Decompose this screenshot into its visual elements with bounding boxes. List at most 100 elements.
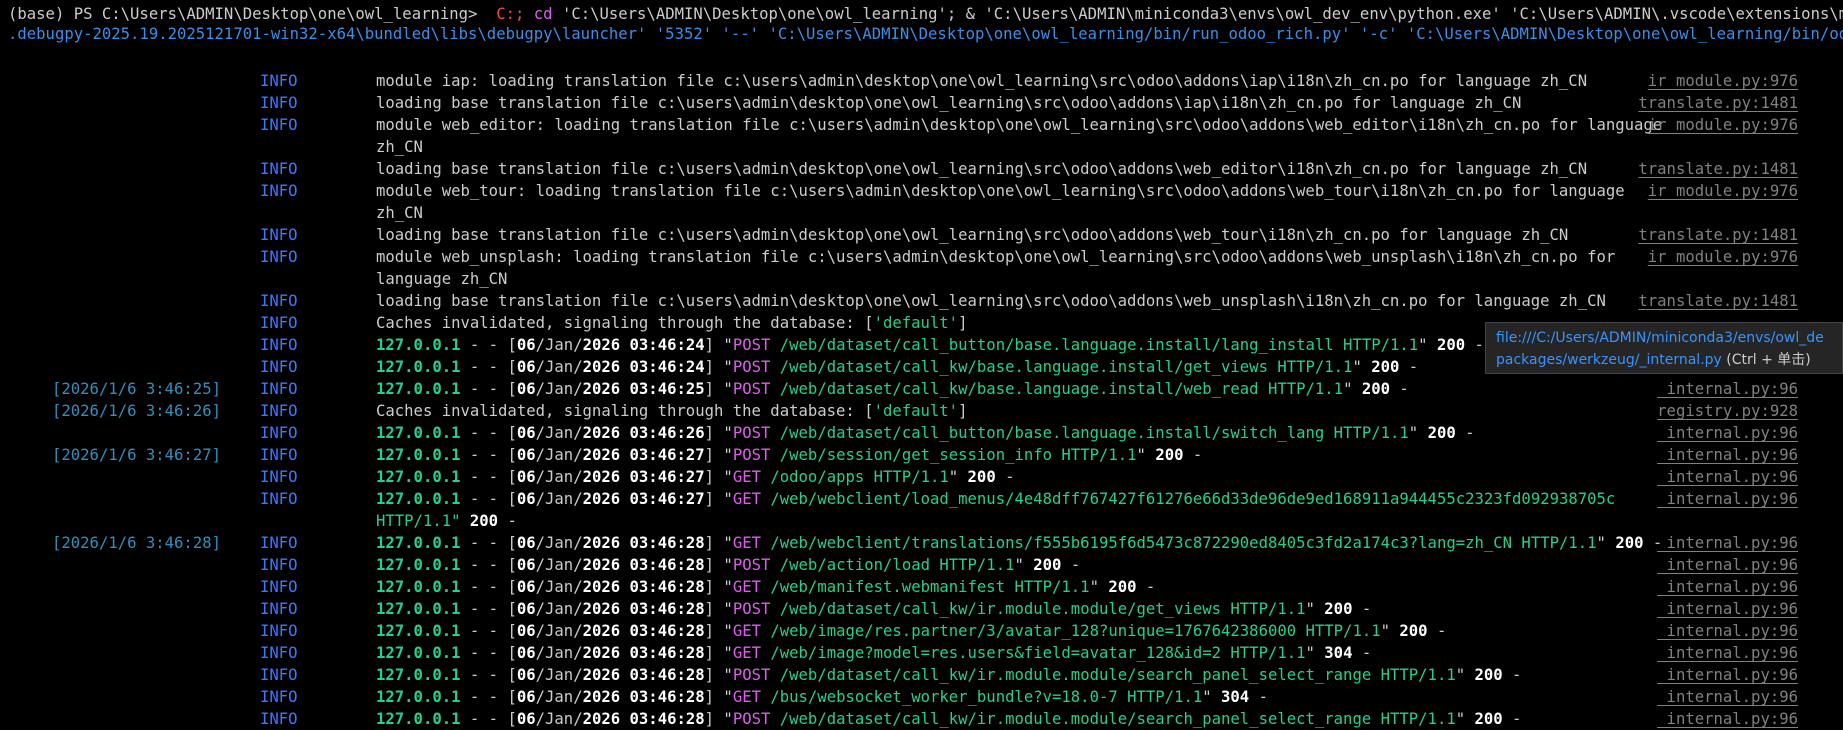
log-source-link[interactable]: translate.py:1481 (1638, 224, 1798, 246)
http-status: 200 (1033, 556, 1062, 574)
log-output[interactable]: INFO module iap: loading translation file… (0, 70, 1843, 730)
log-level: INFO (260, 446, 298, 464)
log-message: Caches invalidated, signaling through th… (376, 402, 968, 420)
log-month: Jan (545, 468, 574, 486)
log-row: INFO loading base translation file c:\use… (0, 158, 1843, 180)
log-source-link[interactable]: _internal.py:96 (1657, 488, 1798, 510)
log-time: 03:46:28 (629, 556, 705, 574)
http-method: POST (732, 336, 771, 354)
log-source-link[interactable]: _internal.py:96 (1657, 598, 1798, 620)
log-source-link[interactable]: _internal.py:96 (1657, 554, 1798, 576)
log-day: 06 (516, 710, 536, 728)
log-ip: 127.0.0.1 (376, 622, 461, 640)
command-continuation: .debugpy-2025.19.2025121701-win32-x64\bu… (8, 25, 1843, 43)
log-row: INFO 127.0.0.1 - - [06/Jan/2026 03:46:28]… (0, 664, 1843, 686)
log-level: INFO (260, 160, 298, 178)
log-message: 127.0.0.1 - - [06/Jan/2026 03:46:28] "GE… (376, 644, 1372, 662)
log-year: 2026 (582, 424, 621, 442)
http-status: 200 (469, 512, 499, 530)
log-month: Jan (545, 600, 574, 618)
http-status: 304 (1324, 644, 1353, 662)
log-message: loading base translation file c:\users\a… (376, 160, 1588, 178)
log-level: INFO (260, 292, 298, 310)
log-month: Jan (545, 578, 574, 596)
command-drive: C:; (496, 5, 525, 23)
tooltip-path-1: file:///C:/Users/ADMIN/miniconda3/envs/o… (1496, 330, 1824, 346)
log-day: 06 (516, 688, 536, 706)
log-year: 2026 (582, 710, 621, 728)
log-source-link[interactable]: _internal.py:96 (1657, 708, 1798, 730)
http-path: /web/session/get_session_info HTTP/1.1 (779, 446, 1137, 464)
log-level: INFO (260, 358, 298, 376)
http-path: /web/webclient/load_menus/4e48dff767427f… (770, 490, 1616, 508)
log-source-link[interactable]: _internal.py:96 (1657, 466, 1798, 488)
log-row: INFO 127.0.0.1 - - [06/Jan/2026 03:46:26]… (0, 422, 1843, 444)
log-level: INFO (260, 622, 298, 640)
terminal-panel[interactable]: (base) PS C:\Users\ADMIN\Desktop\one\owl… (0, 0, 1843, 730)
log-time: 03:46:27 (629, 468, 705, 486)
log-source-link[interactable]: translate.py:1481 (1638, 158, 1798, 180)
log-level: INFO (260, 468, 298, 486)
log-level: INFO (260, 94, 298, 112)
log-level: INFO (260, 600, 298, 618)
log-message: 127.0.0.1 - - [06/Jan/2026 03:46:27] "GE… (376, 490, 1616, 508)
log-source-link[interactable]: _internal.py:96 (1657, 686, 1798, 708)
log-year: 2026 (582, 688, 621, 706)
log-message: 127.0.0.1 - - [06/Jan/2026 03:46:28] "PO… (376, 710, 1522, 728)
log-message: 127.0.0.1 - - [06/Jan/2026 03:46:28] "PO… (376, 556, 1081, 574)
log-source-link[interactable]: _internal.py:96 (1657, 664, 1798, 686)
log-source-link[interactable]: _internal.py:96 (1657, 532, 1798, 554)
log-ip: 127.0.0.1 (376, 600, 461, 618)
log-row: [2026/1/6 3:46:28] INFO 127.0.0.1 - - [06/… (0, 532, 1843, 554)
log-level: INFO (260, 314, 298, 332)
log-source-link[interactable]: _internal.py:96 (1657, 422, 1798, 444)
log-message: loading base translation file c:\users\a… (376, 226, 1569, 244)
log-message: 127.0.0.1 - - [06/Jan/2026 03:46:28] "PO… (376, 666, 1522, 684)
log-row: INFO 127.0.0.1 - - [06/Jan/2026 03:46:28]… (0, 708, 1843, 730)
log-source-link[interactable]: registry.py:928 (1657, 400, 1798, 422)
command-args: 'C:\Users\ADMIN\Desktop\one\owl_learning… (561, 5, 1843, 23)
log-month: Jan (545, 688, 574, 706)
log-year: 2026 (582, 336, 621, 354)
log-source-link[interactable]: _internal.py:96 (1657, 576, 1798, 598)
log-source-link[interactable]: ir_module.py:976 (1648, 114, 1798, 136)
log-source-link[interactable]: ir_module.py:976 (1648, 70, 1798, 92)
log-timestamp: [2026/1/6 3:46:26] (52, 402, 221, 420)
http-method: GET (732, 688, 761, 706)
log-source-link[interactable]: translate.py:1481 (1638, 92, 1798, 114)
log-source-link[interactable]: _internal.py:96 (1657, 444, 1798, 466)
log-ip: 127.0.0.1 (376, 424, 461, 442)
log-level: INFO (260, 72, 298, 90)
log-timestamp: [2026/1/6 3:46:28] (52, 534, 221, 552)
log-source-link[interactable]: ir_module.py:976 (1648, 180, 1798, 202)
http-status: 200 (967, 468, 996, 486)
log-level: INFO (260, 666, 298, 684)
log-time: 03:46:24 (629, 358, 705, 376)
log-year: 2026 (582, 600, 621, 618)
log-message: module web_unsplash: loading translation… (376, 248, 1616, 266)
log-time: 03:46:28 (629, 534, 705, 552)
link-tooltip[interactable]: file:///C:/Users/ADMIN/miniconda3/envs/o… (1485, 322, 1843, 374)
http-method: GET (732, 578, 761, 596)
log-source-link[interactable]: ir_module.py:976 (1648, 246, 1798, 268)
log-message: module web_editor: loading translation f… (376, 116, 1663, 134)
log-month: Jan (545, 446, 574, 464)
log-source-link[interactable]: _internal.py:96 (1657, 378, 1798, 400)
http-status: 200 (1399, 622, 1428, 640)
log-month: Jan (545, 358, 574, 376)
log-level: INFO (260, 710, 298, 728)
log-message: 127.0.0.1 - - [06/Jan/2026 03:46:28] "GE… (376, 688, 1268, 706)
http-method: POST (732, 424, 771, 442)
log-level: INFO (260, 226, 298, 244)
log-year: 2026 (582, 446, 621, 464)
log-source-link[interactable]: translate.py:1481 (1638, 290, 1798, 312)
log-row: INFO module web_unsplash: loading transla… (0, 246, 1843, 268)
log-message: language zh_CN (376, 270, 508, 288)
log-month: Jan (545, 534, 574, 552)
log-message: HTTP/1.1" 200 - (376, 512, 517, 530)
log-day: 06 (516, 424, 536, 442)
log-source-link[interactable]: _internal.py:96 (1657, 642, 1798, 664)
log-message: 127.0.0.1 - - [06/Jan/2026 03:46:28] "GE… (376, 534, 1663, 552)
log-source-link[interactable]: _internal.py:96 (1657, 620, 1798, 642)
log-ip: 127.0.0.1 (376, 336, 461, 354)
